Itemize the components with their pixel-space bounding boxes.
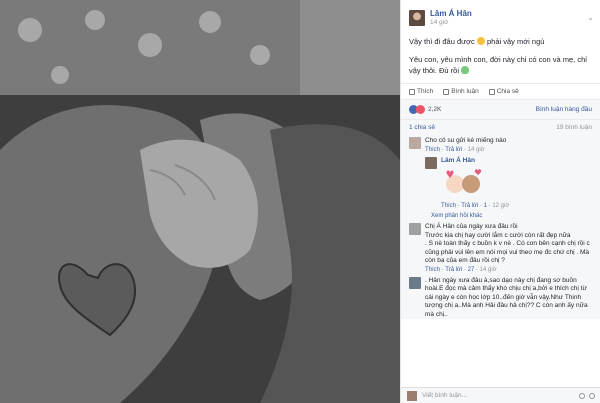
- post-line2: Yêu con, yêu mình con, đời này chỉ có co…: [409, 55, 587, 75]
- current-user-avatar: [407, 390, 417, 401]
- commenter-avatar[interactable]: [409, 137, 421, 149]
- comment-like-count[interactable]: 1: [484, 203, 487, 209]
- share-button[interactable]: Chia sẻ: [488, 88, 519, 95]
- comment-item: Chị Á Hân của ngày xưa đâu rồi Trước kia…: [409, 223, 594, 273]
- emoji-icon[interactable]: [589, 392, 595, 399]
- comment-item: Lâm Á Hân Thích · Trả lời · 1 · 12 giờ: [425, 156, 594, 209]
- thumbs-up-icon: [409, 88, 415, 95]
- photo-viewer: Lâm Á Hân 14 giờ ⌄ Vậy thì đi đâu được p…: [0, 0, 600, 403]
- comment-reply-link[interactable]: Trả lời: [445, 147, 462, 153]
- comment-button[interactable]: Bình luận: [443, 88, 479, 95]
- view-more-replies-link[interactable]: Xem phản hồi khác: [431, 213, 594, 219]
- reaction-count[interactable]: 2,2K: [428, 106, 441, 113]
- camera-icon[interactable]: [579, 392, 585, 399]
- comment-meta: Thích · Trả lời · 14 giờ: [425, 146, 485, 153]
- comment-text: Chị Á Hân của ngày xưa đâu rồi Trước kia…: [425, 223, 590, 264]
- comment-reply-link[interactable]: Trả lời: [461, 203, 478, 209]
- comment-like-link[interactable]: Thích: [425, 267, 440, 273]
- post-actions: Thích Bình luận Chia sẻ: [401, 83, 600, 99]
- share-icon: [488, 88, 495, 95]
- like-label: Thích: [417, 88, 434, 95]
- comment-input[interactable]: Viết bình luận...: [422, 392, 467, 399]
- comment-text: Cho cô su gửi ké miếng nào: [425, 137, 507, 144]
- green-heart-emoji-icon: [461, 66, 470, 74]
- comment-reply-link[interactable]: Trả lời: [445, 267, 462, 273]
- author-avatar[interactable]: [409, 9, 425, 26]
- commenter-name[interactable]: Lâm Á Hân: [441, 157, 475, 164]
- post-text: Vậy thì đi đâu được phải vậy mới ngủ Yêu…: [401, 30, 600, 76]
- share-stats: 1 chia sẻ 19 bình luận: [401, 119, 600, 135]
- author-name[interactable]: Lâm Á Hân: [430, 9, 472, 18]
- comment-sort-dropdown[interactable]: Bình luận hàng đầu: [536, 106, 592, 113]
- comment-time[interactable]: 14 giờ: [468, 147, 485, 153]
- post-line1: Vậy thì đi đâu được: [409, 37, 475, 46]
- comment-text: . Hân ngày xưa đâu à,sao dạo này chị đan…: [425, 276, 588, 318]
- post-header: Lâm Á Hân 14 giờ ⌄: [401, 0, 600, 30]
- comment-meta: Thích · Trả lời · 1 · 12 giờ: [441, 203, 510, 209]
- commenter-avatar[interactable]: [425, 156, 437, 169]
- post-time[interactable]: 14 giờ: [430, 19, 472, 26]
- love-reaction-icon[interactable]: [416, 105, 425, 114]
- like-button[interactable]: Thích: [409, 88, 433, 95]
- reaction-stats: 2,2K Bình luận hàng đầu: [401, 99, 600, 119]
- comment-list: Cho cô su gửi ké miếng nào Thích · Trả l…: [401, 135, 600, 319]
- commenter-avatar[interactable]: [409, 276, 421, 289]
- share-count[interactable]: 1 chia sẻ: [409, 124, 435, 131]
- comment-count: 19 bình luận: [556, 124, 592, 131]
- chevron-down-icon[interactable]: ⌄: [587, 13, 594, 22]
- commenter-avatar[interactable]: [409, 223, 421, 235]
- comment-meta: Thích · Trả lời · 27 · 14 giờ: [425, 266, 497, 273]
- share-label: Chia sẻ: [496, 88, 519, 95]
- post-line1b: phải vậy mới ngủ: [487, 37, 545, 46]
- comment-like-link[interactable]: Thích: [425, 147, 440, 153]
- comment-like-link[interactable]: Thích: [441, 203, 456, 209]
- sticker-image: [446, 169, 482, 193]
- comment-tools: [579, 392, 595, 399]
- smile-emoji-icon: [476, 37, 485, 45]
- comment-item: Cho cô su gửi ké miếng nào Thích · Trả l…: [409, 137, 594, 153]
- comment-time[interactable]: 12 giờ: [492, 203, 509, 209]
- comment-time[interactable]: 14 giờ: [480, 267, 497, 273]
- comment-item: . Hân ngày xưa đâu à,sao dạo này chị đan…: [409, 276, 594, 320]
- hands-photo-illustration: [0, 0, 400, 403]
- comment-label: Bình luận: [451, 88, 479, 95]
- write-comment-bar: Viết bình luận...: [401, 387, 600, 403]
- post-side-panel: Lâm Á Hân 14 giờ ⌄ Vậy thì đi đâu được p…: [400, 0, 600, 403]
- comment-like-count[interactable]: 27: [468, 267, 475, 273]
- post-photo[interactable]: [0, 0, 400, 403]
- comment-icon: [443, 88, 450, 95]
